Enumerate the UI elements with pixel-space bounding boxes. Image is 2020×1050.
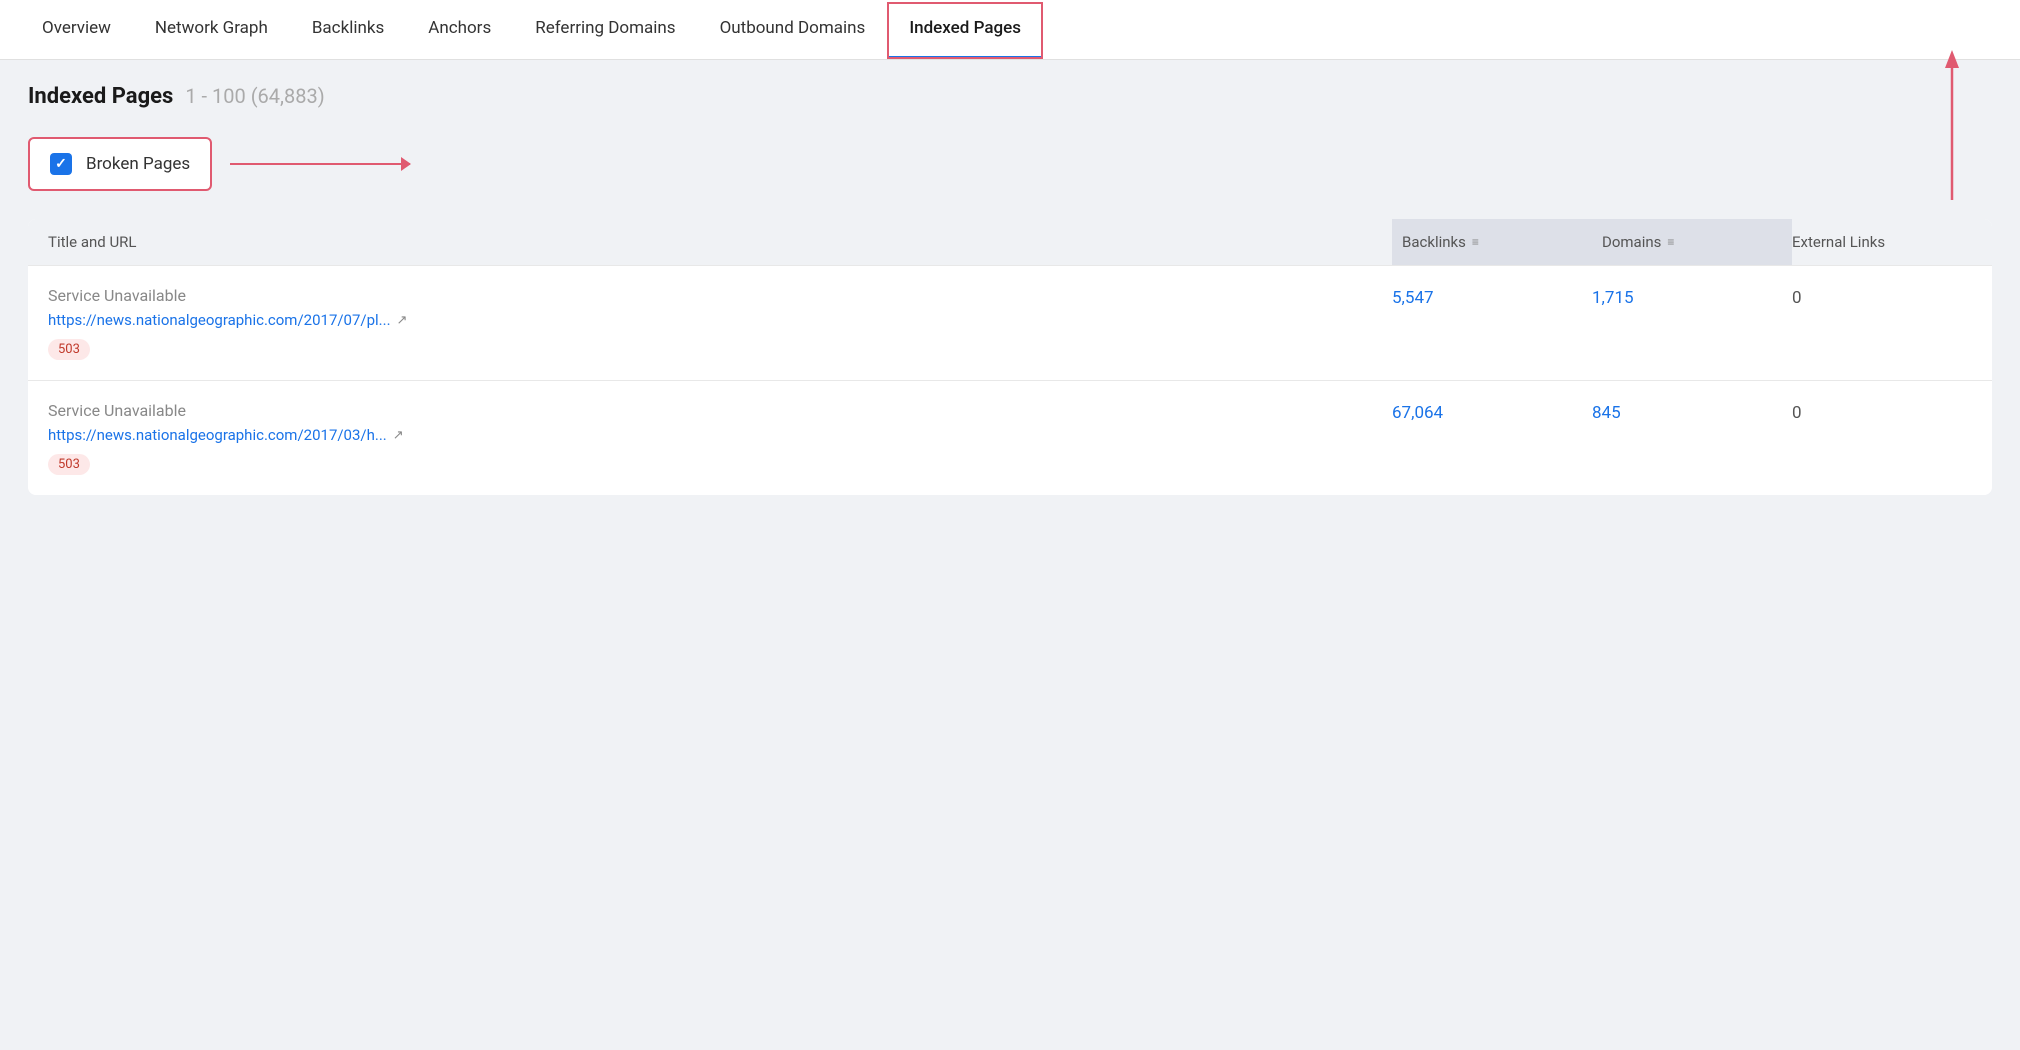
cell-domains-2: 845 bbox=[1592, 401, 1792, 475]
table-row: Service Unavailable https://news.nationa… bbox=[28, 265, 1992, 380]
sort-icon-domains: ≡ bbox=[1667, 235, 1674, 249]
nav-item-referring-domains[interactable]: Referring Domains bbox=[513, 0, 697, 59]
broken-pages-label: Broken Pages bbox=[86, 154, 190, 174]
page-title-row: Indexed Pages 1 - 100 (64,883) bbox=[28, 84, 1992, 109]
cell-domains-1: 1,715 bbox=[1592, 286, 1792, 360]
broken-pages-checkbox[interactable]: ✓ bbox=[50, 153, 72, 175]
nav-bar: Overview Network Graph Backlinks Anchors… bbox=[0, 0, 2020, 60]
external-link-icon-1: ↗︎ bbox=[397, 313, 408, 328]
col-backlinks: Backlinks ≡ bbox=[1392, 219, 1592, 265]
status-badge-1: 503 bbox=[48, 339, 90, 360]
row-url-2[interactable]: https://news.nationalgeographic.com/2017… bbox=[48, 426, 1392, 444]
page-range: 1 - 100 (64,883) bbox=[185, 84, 324, 108]
cell-external-links-2: 0 bbox=[1792, 401, 1972, 475]
table-header: Title and URL Backlinks ≡ Domains ≡ Exte… bbox=[28, 219, 1992, 265]
col-title-url: Title and URL bbox=[48, 233, 1392, 251]
cell-title-url-2: Service Unavailable https://news.nationa… bbox=[48, 401, 1392, 475]
col-external-links: External Links bbox=[1792, 233, 1972, 251]
nav-item-backlinks[interactable]: Backlinks bbox=[290, 0, 406, 59]
cell-backlinks-2: 67,064 bbox=[1392, 401, 1592, 475]
filter-annotation-arrow bbox=[230, 163, 410, 166]
nav-item-overview[interactable]: Overview bbox=[20, 0, 133, 59]
cell-external-links-1: 0 bbox=[1792, 286, 1972, 360]
status-badge-2: 503 bbox=[48, 454, 90, 475]
content-area: Indexed Pages 1 - 100 (64,883) ✓ Broken … bbox=[0, 60, 2020, 519]
cell-title-url-1: Service Unavailable https://news.nationa… bbox=[48, 286, 1392, 360]
table-row: Service Unavailable https://news.nationa… bbox=[28, 380, 1992, 495]
row-title-1: Service Unavailable bbox=[48, 286, 1392, 305]
row-url-1[interactable]: https://news.nationalgeographic.com/2017… bbox=[48, 311, 1392, 329]
broken-pages-filter[interactable]: ✓ Broken Pages bbox=[28, 137, 212, 191]
filter-row: ✓ Broken Pages bbox=[28, 137, 1992, 191]
col-domains: Domains ≡ bbox=[1592, 219, 1792, 265]
row-title-2: Service Unavailable bbox=[48, 401, 1392, 420]
nav-item-indexed-pages[interactable]: Indexed Pages bbox=[887, 0, 1043, 59]
arrow-line bbox=[230, 163, 410, 166]
indexed-pages-table: Title and URL Backlinks ≡ Domains ≡ Exte… bbox=[28, 219, 1992, 495]
nav-item-outbound-domains[interactable]: Outbound Domains bbox=[698, 0, 888, 59]
page-title: Indexed Pages bbox=[28, 84, 173, 109]
cell-backlinks-1: 5,547 bbox=[1392, 286, 1592, 360]
sort-icon-backlinks: ≡ bbox=[1472, 235, 1479, 249]
nav-item-network-graph[interactable]: Network Graph bbox=[133, 0, 290, 59]
nav-item-anchors[interactable]: Anchors bbox=[406, 0, 513, 59]
checkmark-icon: ✓ bbox=[55, 157, 67, 171]
external-link-icon-2: ↗︎ bbox=[393, 428, 404, 443]
